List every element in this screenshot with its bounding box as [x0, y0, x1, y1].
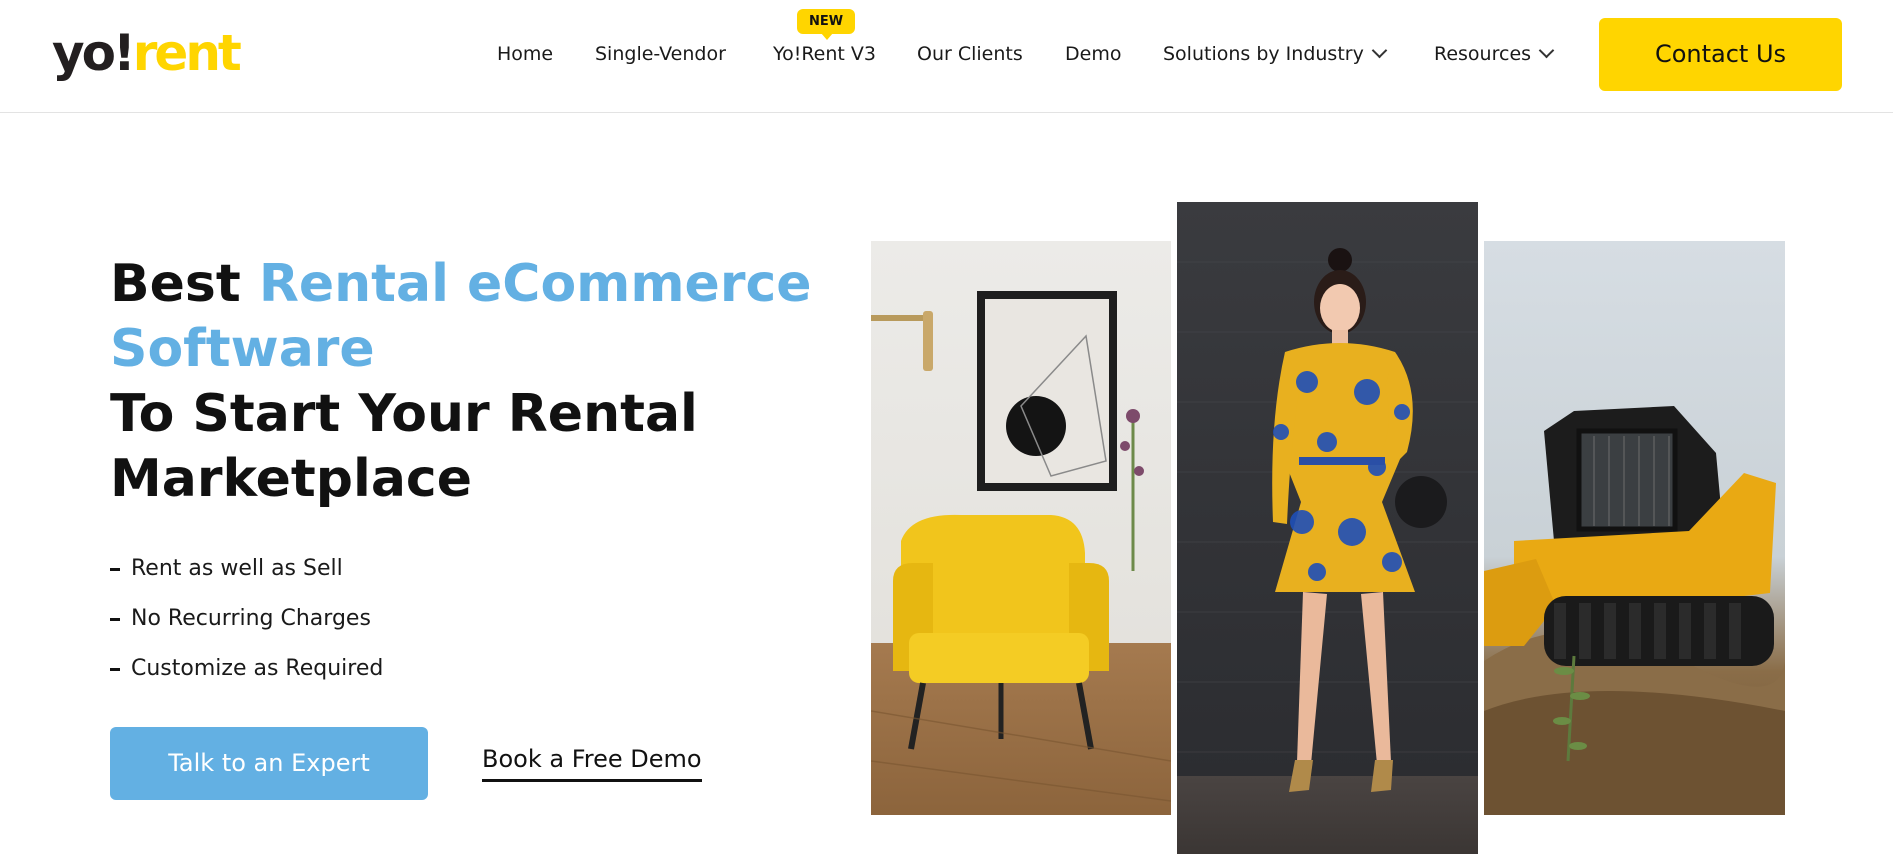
nav-home[interactable]: Home — [497, 40, 553, 68]
feature-item: Rent as well as Sell — [110, 552, 383, 602]
nav-our-clients[interactable]: Our Clients — [917, 40, 1023, 68]
talk-to-expert-button[interactable]: Talk to an Expert — [110, 727, 428, 800]
nav-single-vendor[interactable]: Single-Vendor — [595, 40, 726, 68]
nav-resources-label: Resources — [1434, 43, 1532, 65]
yorent-logo[interactable]: yo!rent — [52, 22, 242, 84]
nav-solutions-by-industry[interactable]: Solutions by Industry — [1163, 40, 1388, 68]
feature-item: No Recurring Charges — [110, 602, 383, 652]
hero-image-fashion-model — [1177, 202, 1478, 854]
skid-steer-illustration — [1484, 406, 1785, 815]
fashion-model-illustration — [1177, 248, 1478, 792]
nav-demo[interactable]: Demo — [1065, 40, 1121, 68]
site-header: yo!rent Home Single-Vendor Yo!Rent V3 Ou… — [0, 0, 1893, 113]
hero-image-skid-steer — [1484, 241, 1785, 815]
hero-image-armchair — [871, 241, 1171, 815]
logo-text-yo: yo! — [52, 24, 136, 82]
feature-item: Customize as Required — [110, 652, 383, 702]
hero-title-tail: To Start Your Rental Marketplace — [110, 384, 698, 509]
feature-list: Rent as well as Sell No Recurring Charge… — [110, 552, 383, 702]
nav-resources[interactable]: Resources — [1434, 40, 1555, 68]
armchair-illustration — [871, 291, 1171, 802]
book-free-demo-link[interactable]: Book a Free Demo — [482, 745, 702, 782]
contact-us-button[interactable]: Contact Us — [1599, 18, 1842, 91]
chevron-down-icon — [1538, 42, 1555, 59]
logo-text-rent: rent — [132, 24, 242, 82]
hero-title: Best Rental eCommerce Software To Start Y… — [110, 252, 830, 512]
new-badge: NEW — [797, 9, 855, 40]
nav-solutions-label: Solutions by Industry — [1163, 43, 1364, 65]
nav-yorent-v3[interactable]: Yo!Rent V3 — [773, 40, 876, 68]
chevron-down-icon — [1371, 42, 1388, 59]
hero-title-lead: Best — [110, 254, 259, 314]
